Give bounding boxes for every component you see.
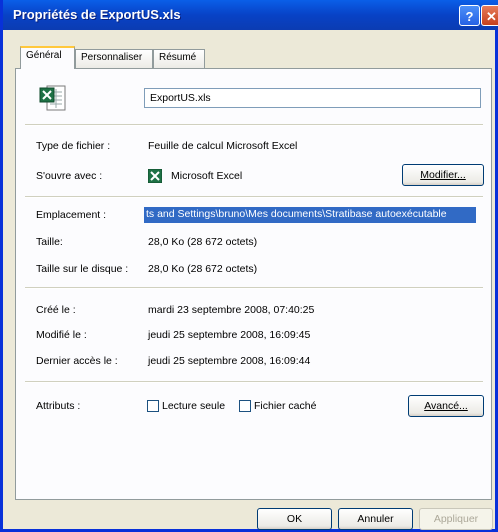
location-value[interactable]: ts and Settings\bruno\Mes documents\Stra… bbox=[144, 207, 476, 223]
tab-personnaliser[interactable]: Personnaliser bbox=[75, 49, 153, 68]
created-label: Créé le : bbox=[36, 304, 76, 316]
change-button[interactable]: Modifier... bbox=[402, 164, 484, 186]
title-bar[interactable]: Propriétés de ExportUS.xls ? ✕ bbox=[3, 0, 498, 30]
window-title: Propriétés de ExportUS.xls bbox=[13, 7, 181, 22]
change-button-label: Modifier... bbox=[420, 169, 466, 181]
type-label: Type de fichier : bbox=[36, 140, 111, 152]
separator bbox=[25, 287, 483, 289]
help-button[interactable]: ? bbox=[459, 5, 480, 26]
tab-general[interactable]: Général bbox=[20, 46, 75, 69]
created-value: mardi 23 septembre 2008, 07:40:25 bbox=[148, 304, 315, 316]
advanced-button[interactable]: Avancé... bbox=[408, 395, 484, 417]
disk-size-value: 28,0 Ko (28 672 octets) bbox=[148, 263, 258, 275]
tab-panel-general bbox=[15, 68, 492, 500]
size-value: 28,0 Ko (28 672 octets) bbox=[148, 236, 258, 248]
separator bbox=[25, 381, 483, 383]
separator bbox=[25, 196, 483, 198]
location-label: Emplacement : bbox=[36, 209, 107, 221]
readonly-label[interactable]: Lecture seule bbox=[162, 400, 225, 412]
apply-button: Appliquer bbox=[419, 508, 493, 530]
cancel-button[interactable]: Annuler bbox=[338, 508, 413, 530]
hidden-checkbox[interactable] bbox=[239, 400, 251, 412]
size-label: Taille: bbox=[36, 236, 63, 248]
modified-value: jeudi 25 septembre 2008, 16:09:45 bbox=[148, 329, 311, 341]
modified-label: Modifié le : bbox=[36, 329, 87, 341]
advanced-button-label: Avancé... bbox=[424, 400, 468, 412]
tab-resume[interactable]: Résumé bbox=[153, 49, 205, 68]
close-button[interactable]: ✕ bbox=[481, 5, 498, 26]
excel-file-icon bbox=[39, 85, 66, 111]
disk-size-label: Taille sur le disque : bbox=[36, 263, 129, 275]
ok-button[interactable]: OK bbox=[257, 508, 332, 530]
separator bbox=[25, 124, 483, 126]
type-value: Feuille de calcul Microsoft Excel bbox=[148, 140, 298, 152]
filename-input[interactable]: ExportUS.xls bbox=[144, 88, 481, 108]
accessed-label: Dernier accès le : bbox=[36, 355, 118, 367]
properties-dialog: Propriétés de ExportUS.xls ? ✕ Général P… bbox=[0, 0, 498, 532]
excel-app-icon bbox=[148, 169, 162, 183]
hidden-label[interactable]: Fichier caché bbox=[254, 400, 316, 412]
opens-with-label: S'ouvre avec : bbox=[36, 170, 103, 182]
readonly-checkbox[interactable] bbox=[147, 400, 159, 412]
opens-with-value: Microsoft Excel bbox=[171, 170, 243, 182]
accessed-value: jeudi 25 septembre 2008, 16:09:44 bbox=[148, 355, 311, 367]
attributes-label: Attributs : bbox=[36, 400, 81, 412]
